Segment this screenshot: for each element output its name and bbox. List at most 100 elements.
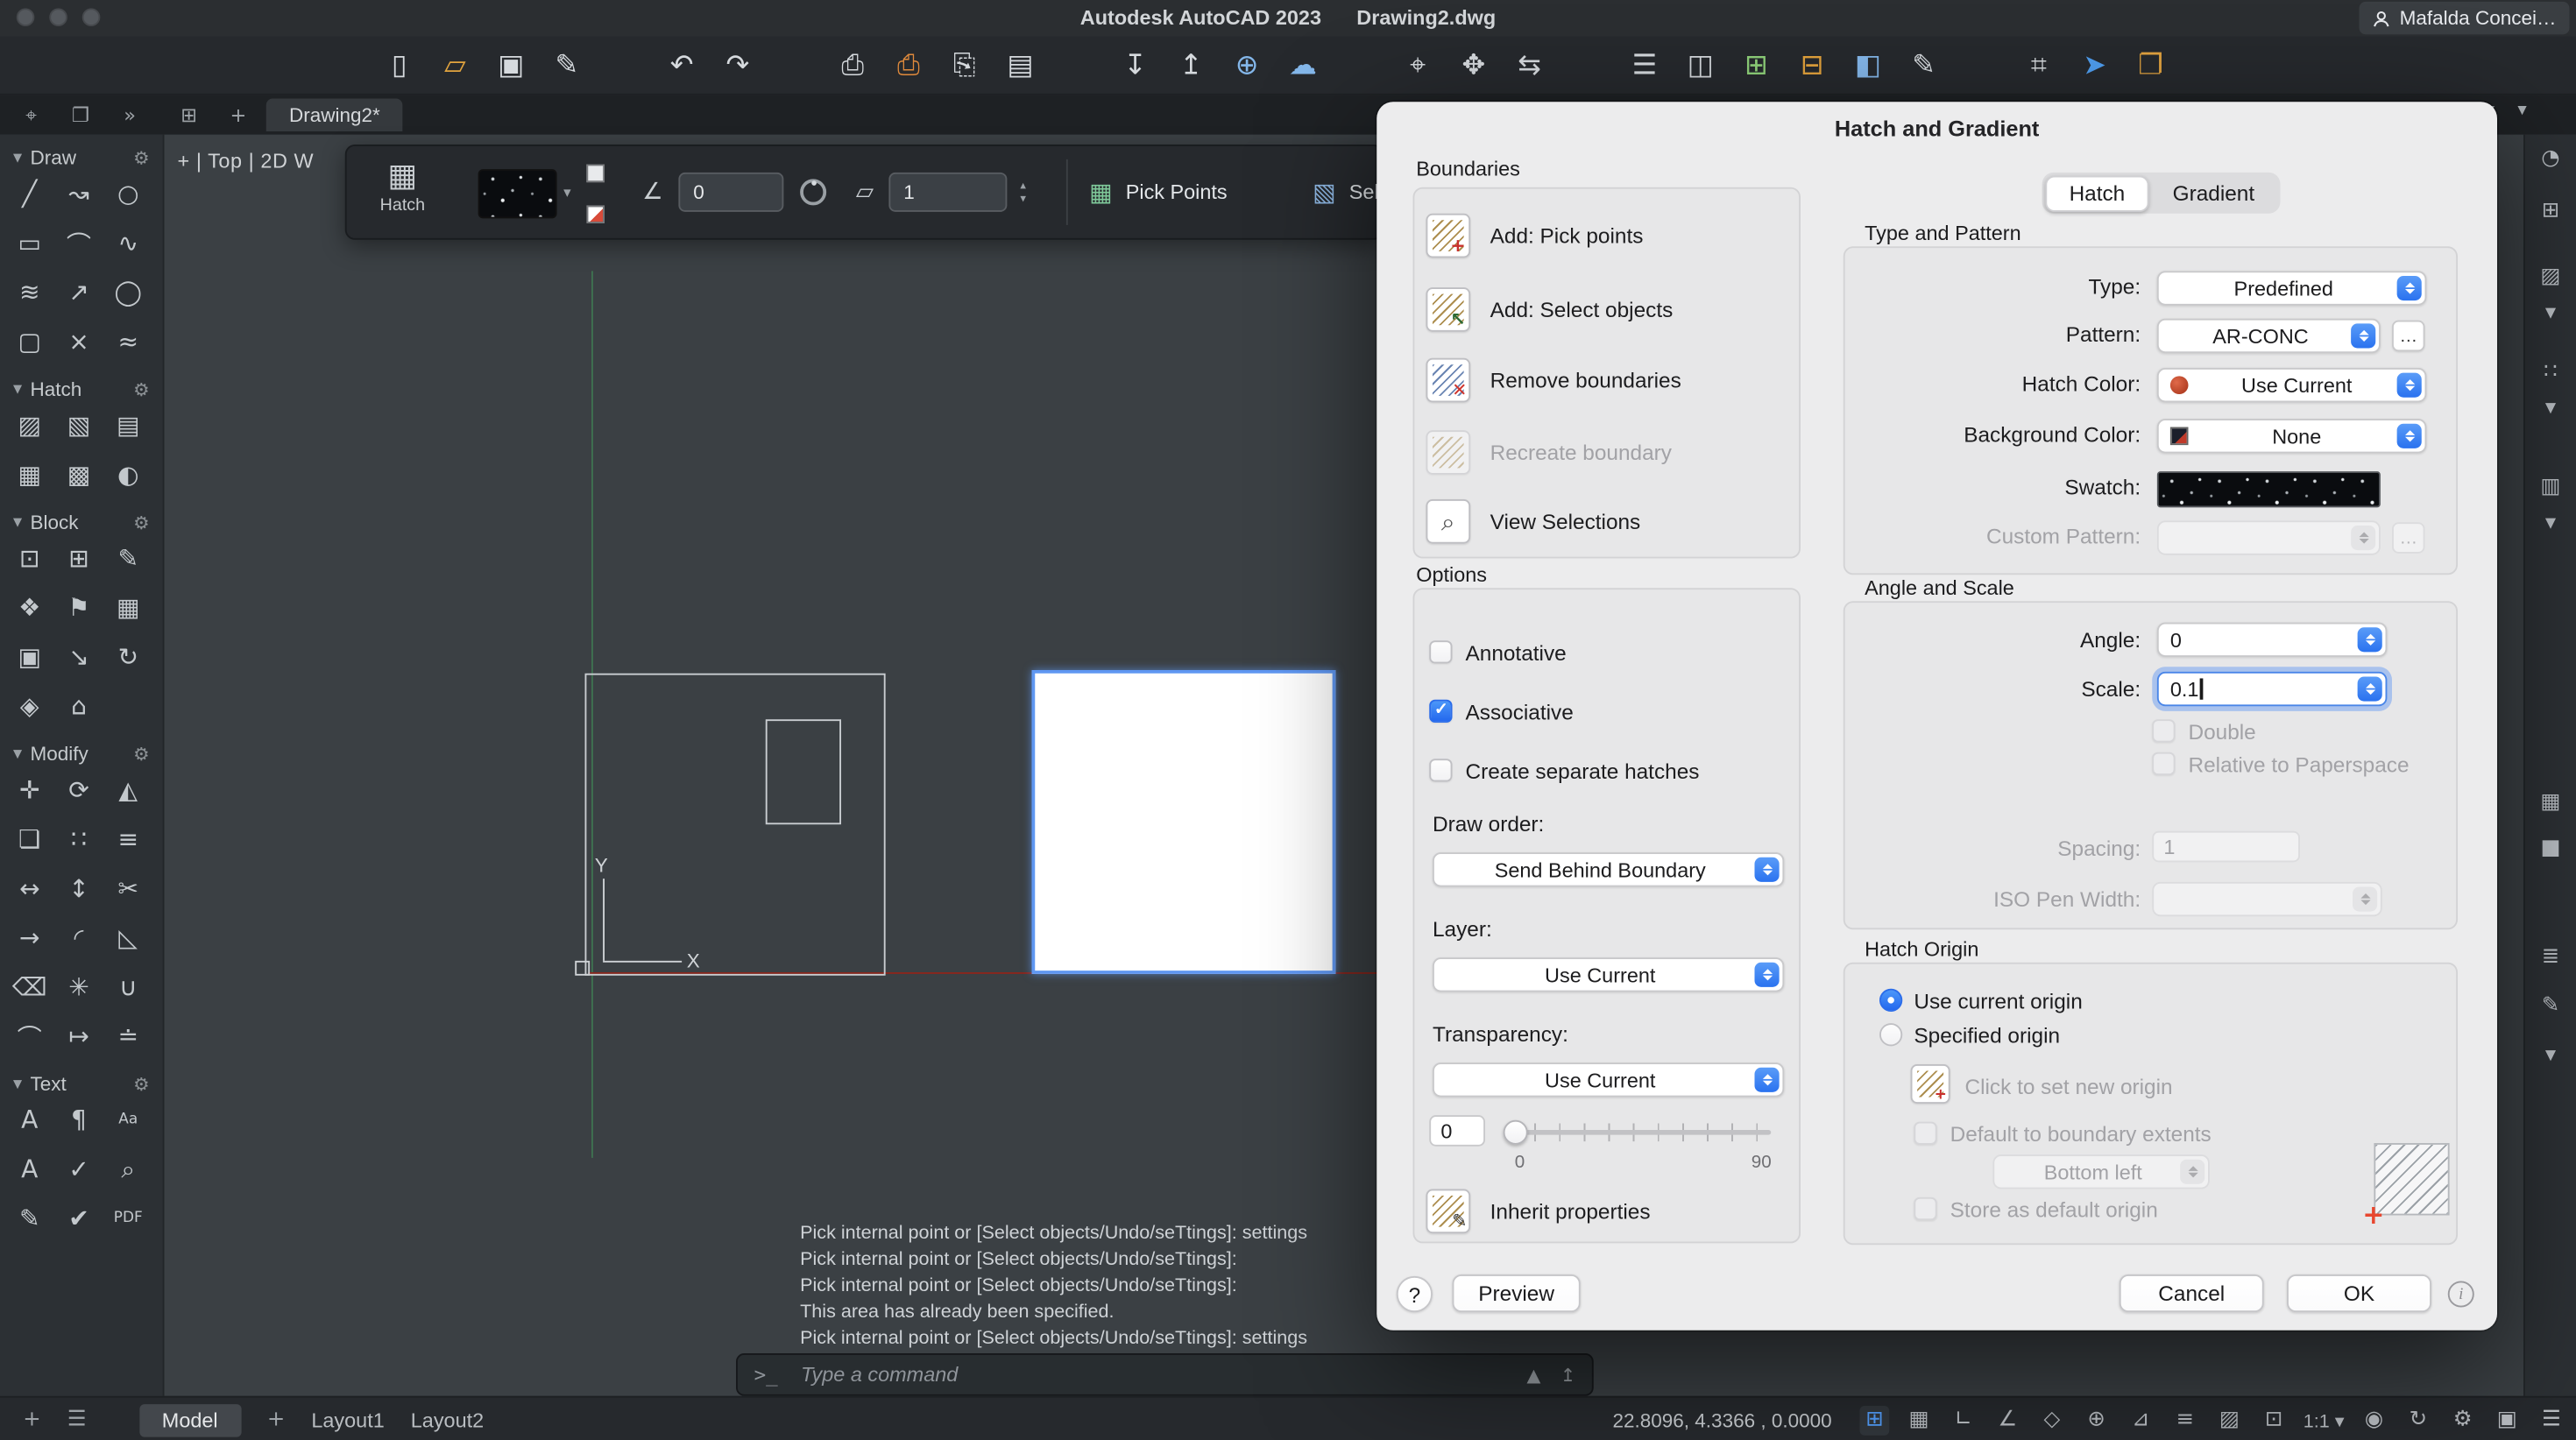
layer-color-icon[interactable]: ◧ <box>1847 44 1890 87</box>
cursor-tool-icon[interactable]: ⌖ <box>13 100 49 130</box>
specified-origin-radio[interactable] <box>1879 1023 1902 1046</box>
recent-commands-icon[interactable]: ↥ <box>1560 1364 1575 1385</box>
zoom-window-icon[interactable]: ⌖ <box>1397 44 1440 87</box>
expand-history-icon[interactable]: ▲ <box>1526 1364 1540 1385</box>
ellipse-icon[interactable]: ◯ <box>105 271 152 314</box>
swatch-icon[interactable]: ■ <box>2532 831 2568 865</box>
tool-palettes-icon[interactable]: ❐ <box>2129 44 2172 87</box>
open-folder-icon[interactable]: ▱ <box>434 44 477 87</box>
scale-icon[interactable]: ↕ <box>56 867 103 910</box>
annotation-visibility-icon[interactable]: ◉ <box>2360 1405 2389 1435</box>
arc-icon[interactable]: ⌒ <box>56 222 103 265</box>
pattern-swatch-preview[interactable] <box>2157 471 2381 507</box>
cancel-button[interactable]: Cancel <box>2120 1274 2264 1312</box>
remove-boundaries-row[interactable]: ✕ Remove boundaries <box>1426 358 1681 403</box>
palette-section-text[interactable]: ▼Text⚙ <box>0 1064 163 1098</box>
layer-select[interactable]: Use Current <box>1433 957 1784 992</box>
solid-fill-icon[interactable]: ◐ <box>105 454 152 497</box>
lengthen-icon[interactable]: ↦ <box>56 1015 103 1058</box>
save-icon[interactable]: ▣ <box>490 44 533 87</box>
multiline-text-icon[interactable]: ¶ <box>56 1098 103 1141</box>
table-icon[interactable]: ▦ <box>2532 785 2568 818</box>
layer-edit-icon[interactable]: ✎ <box>1902 44 1945 87</box>
add-pick-points-icon[interactable]: + <box>1426 214 1471 258</box>
visor-angle-input[interactable]: 0 <box>678 173 783 212</box>
gear-icon[interactable]: ⚙ <box>133 378 150 399</box>
grid-icon[interactable]: ⊞ <box>2532 194 2568 227</box>
workspace-gear-icon[interactable]: ⚙ <box>2448 1405 2478 1435</box>
region-icon[interactable]: ▦ <box>7 454 53 497</box>
transparency-amount-input[interactable]: 0 <box>1429 1115 1485 1147</box>
transparency-slider[interactable] <box>1506 1120 1771 1145</box>
user-account[interactable]: Mafalda Concei… <box>2359 2 2570 35</box>
circle-icon[interactable]: ○ <box>105 173 152 215</box>
trim-icon[interactable]: ✂ <box>105 867 152 910</box>
rectangle-inner[interactable] <box>766 719 841 824</box>
edit-block-icon[interactable]: ✎ <box>105 537 152 580</box>
text-align-icon[interactable]: A <box>7 1148 53 1191</box>
cloud-share-icon[interactable]: ☁ <box>1282 44 1325 87</box>
edit-text-icon[interactable]: ✎ <box>7 1197 53 1240</box>
overflow-chevrons-icon[interactable]: » <box>112 100 148 130</box>
model-tab[interactable]: Model <box>139 1403 241 1436</box>
chevron-down-icon[interactable]: ▾ <box>2532 1038 2568 1071</box>
find-replace-icon[interactable]: ⌕ <box>105 1148 152 1191</box>
transparency-select[interactable]: Use Current <box>1433 1062 1784 1097</box>
associative-checkbox[interactable] <box>1429 700 1452 723</box>
preview-button[interactable]: Preview <box>1453 1274 1581 1312</box>
layer-states-icon[interactable]: ◫ <box>1679 44 1722 87</box>
annotative-checkbox[interactable] <box>1429 640 1452 663</box>
gear-icon[interactable]: ⚙ <box>133 512 150 533</box>
selection-cycling-icon[interactable]: ⊡ <box>2259 1405 2289 1435</box>
copy-icon[interactable]: ❏ <box>7 818 53 861</box>
viewport-display-icon[interactable]: ◔ <box>2532 141 2568 174</box>
viewport-panel-icon[interactable]: ❐ <box>62 100 98 130</box>
gradient-icon[interactable]: ▩ <box>56 454 103 497</box>
isometric-drafting-icon[interactable]: ◇ <box>2037 1405 2067 1435</box>
multiline-icon[interactable]: ≋ <box>7 271 53 314</box>
boundary-icon[interactable]: ▤ <box>105 404 152 447</box>
gear-icon[interactable]: ⚙ <box>133 147 150 168</box>
import-icon[interactable]: ↧ <box>1114 44 1157 87</box>
batch-plot-icon[interactable]: ⎙ <box>888 44 931 87</box>
scale-combo[interactable]: 0.1 <box>2157 672 2388 706</box>
angle-dial[interactable] <box>800 179 826 205</box>
insert-block-icon[interactable]: ⊡ <box>7 537 53 580</box>
chevron-down-icon[interactable]: ▾ <box>2532 506 2568 540</box>
add-pick-points-row[interactable]: + Add: Pick points <box>1426 214 1644 258</box>
annotation-scale[interactable]: 1:1 ▾ <box>2304 1405 2345 1435</box>
chevron-down-icon[interactable]: ▾ <box>563 186 570 202</box>
gear-icon[interactable]: ⚙ <box>133 1073 150 1094</box>
point-style-icon[interactable]: ∷ <box>2532 355 2568 388</box>
text-style-icon[interactable]: Aa <box>105 1098 152 1141</box>
chevron-down-icon[interactable]: ▾ <box>2532 391 2568 424</box>
command-bar[interactable]: >_ Type a command ▲ ↥ <box>736 1353 1594 1396</box>
info-icon[interactable]: i <box>2448 1281 2474 1308</box>
manage-attributes-icon[interactable]: ▦ <box>105 586 152 629</box>
palette-section-draw[interactable]: ▼Draw⚙ <box>0 138 163 173</box>
edit-attribute-icon[interactable]: ⚑ <box>56 586 103 629</box>
draw-order-select[interactable]: Send Behind Boundary <box>1433 852 1784 886</box>
single-line-text-icon[interactable]: A <box>7 1098 53 1141</box>
type-select[interactable]: Predefined <box>2157 271 2427 305</box>
lineweight-icon[interactable]: ≡ <box>2170 1405 2200 1435</box>
background-color-select[interactable]: None <box>2157 419 2427 453</box>
hatch-style-icon[interactable]: ▥ <box>2532 469 2568 503</box>
export-icon[interactable]: ↥ <box>1170 44 1213 87</box>
layer-freeze-icon[interactable]: ⊟ <box>1791 44 1834 87</box>
revision-cloud-icon[interactable]: ≈ <box>105 321 152 364</box>
autoscale-icon[interactable]: ↻ <box>2403 1405 2433 1435</box>
construction-line-icon[interactable]: ↗ <box>56 271 103 314</box>
hatch-color-select[interactable]: Use Current <box>2157 368 2427 402</box>
spell-check-icon[interactable]: ✓ <box>56 1148 103 1191</box>
properties-icon[interactable]: ≣ <box>2532 940 2568 973</box>
inherit-properties-icon[interactable]: ✎ <box>1426 1189 1471 1234</box>
hatch-icon[interactable]: ▨ <box>7 404 53 447</box>
remove-boundaries-icon[interactable]: ✕ <box>1426 358 1471 403</box>
hatch-edit-icon[interactable]: ▧ <box>56 404 103 447</box>
new-tab-icon[interactable]: + <box>220 100 256 130</box>
use-current-origin-radio[interactable] <box>1879 989 1902 1012</box>
snap-mode-icon[interactable]: ▦ <box>1904 1405 1934 1435</box>
explode-icon[interactable]: ✳ <box>56 966 103 1009</box>
export-pdf-icon[interactable]: PDF <box>105 1197 152 1240</box>
